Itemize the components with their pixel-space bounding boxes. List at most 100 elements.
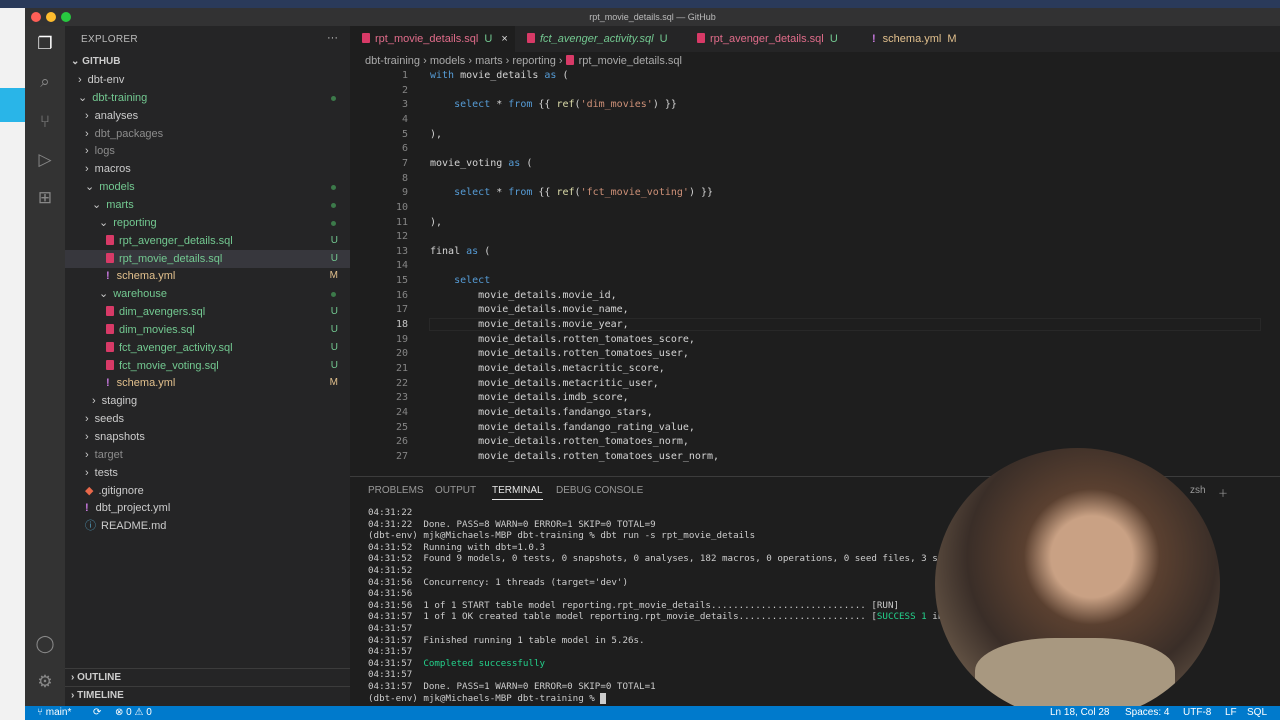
tree-item[interactable]: rpt_avenger_details.sql U [65,232,350,250]
tab-git-status: U [484,33,493,45]
tree-item[interactable]: ! dbt_project.yml [65,499,350,517]
editor-tab[interactable]: rpt_avenger_details.sql U [685,26,860,52]
tree-item[interactable]: ⌄ marts [65,196,350,214]
breadcrumb-separator: › [423,55,427,67]
chevron-right-icon: › [85,163,89,176]
tab-debug-console[interactable]: DEBUG CONSOLE [556,485,643,496]
modified-dot-indicator [331,202,336,208]
tree-item[interactable]: › tests [65,464,350,482]
branch-indicator[interactable]: ⑂ main* [37,706,71,720]
terminal-line: 04:31:57 Done. PASS=1 WARN=0 ERROR=0 SKI… [368,680,656,692]
tab-terminal[interactable]: TERMINAL [492,485,543,500]
tree-item-label: analyses [94,109,139,122]
tab-label: rpt_avenger_details.sql [710,33,824,45]
cursor-position[interactable]: Ln 18, Col 28 [1050,706,1110,720]
code-line: movie_details.fandango_rating_value, [430,421,695,433]
tree-item-label: models [99,181,135,194]
tree-item[interactable]: ⌄ warehouse [65,285,350,303]
breadcrumb-item[interactable]: reporting [512,55,555,67]
tree-item[interactable]: ⓘ README.md [65,517,350,535]
tree-item[interactable]: ! schema.yml M [65,374,350,392]
encoding[interactable]: UTF-8 [1183,706,1211,720]
terminal-shell[interactable]: zsh [1190,485,1206,496]
indentation[interactable]: Spaces: 4 [1125,706,1169,720]
new-terminal-button[interactable]: ＋ [1218,485,1228,500]
problems-indicator[interactable]: ⊗ 0 ⚠ 0 [115,706,152,720]
breadcrumb-item[interactable]: models [430,55,465,67]
breadcrumb-item[interactable]: dbt-training [365,55,420,67]
tree-item[interactable]: › dbt_packages [65,125,350,143]
minimize-window-button[interactable] [46,12,56,22]
line-number: 15 [395,275,408,287]
code-line: select [454,275,491,287]
tree-item[interactable]: ⌄ models [65,178,350,196]
tree-item[interactable]: › logs [65,142,350,160]
tree-item[interactable]: fct_movie_voting.sql U [65,357,350,375]
breadcrumb-item[interactable]: rpt_movie_details.sql [579,55,682,67]
tree-item[interactable]: › staging [65,392,350,410]
more-actions-button[interactable]: ··· [327,32,338,44]
code-line: movie_details.metacritic_user, [430,377,659,389]
line-number: 12 [395,231,408,243]
tree-item-label: dim_avengers.sql [119,306,206,319]
git-status-badge: U [330,234,338,246]
editor-tab[interactable]: fct_avenger_activity.sql U [515,26,685,52]
line-ending[interactable]: LF [1225,706,1237,720]
explorer-icon[interactable]: ❐ [35,34,55,54]
tab-output[interactable]: OUTPUT [435,485,476,496]
outline-section[interactable]: › OUTLINE [65,668,350,686]
source-control-icon[interactable]: ⑂ [35,112,55,132]
tree-item[interactable]: › macros [65,160,350,178]
terminal-output[interactable]: 04:31:22 04:31:22 Done. PASS=8 WARN=0 ERR… [368,507,965,704]
tree-item[interactable]: › snapshots [65,428,350,446]
tree-item[interactable]: ⌄ dbt-training [65,89,350,107]
yaml-file-icon: ! [85,502,89,515]
close-tab-icon[interactable]: × [501,33,507,45]
chevron-right-icon: › [85,431,89,443]
sync-icon[interactable]: ⟳ [93,706,101,720]
breadcrumb-item[interactable]: marts [475,55,503,67]
tree-item[interactable]: › target [65,446,350,464]
tree-item[interactable]: fct_avenger_activity.sql U [65,339,350,357]
breadcrumb-separator: › [505,55,510,67]
tab-problems[interactable]: PROBLEMS [368,485,424,496]
timeline-section[interactable]: › TIMELINE [65,686,350,704]
git-status-badge: U [330,252,338,264]
tree-item-label: snapshots [94,431,145,443]
line-number: 10 [395,201,408,213]
tree-item-label: seeds [94,413,125,426]
close-window-button[interactable] [31,12,41,22]
search-icon[interactable]: ⌕ [35,72,55,92]
language-mode[interactable]: SQL [1247,706,1267,720]
line-number: 22 [395,377,408,389]
tree-item[interactable]: › dbt-env [65,71,350,89]
tree-item[interactable]: ◆ .gitignore [65,482,350,500]
extensions-icon[interactable]: ⊞ [35,188,55,208]
editor-tab[interactable]: ! schema.yml M [860,26,970,52]
tree-item[interactable]: dim_avengers.sql U [65,303,350,321]
macos-menubar [0,0,1280,8]
run-debug-icon[interactable]: ▷ [35,150,55,170]
tree-item[interactable]: rpt_movie_details.sql U [65,249,350,268]
line-number: 6 [401,143,408,155]
editor-tab[interactable]: rpt_movie_details.sql U × [350,26,515,52]
settings-gear-icon[interactable]: ⚙ [35,672,55,692]
tree-item[interactable]: ⌄ reporting [65,214,350,232]
error-count: 0 [126,707,132,718]
workspace-root[interactable]: ⌄ GITHUB [65,53,350,71]
terminal-line: 04:31:57 Finished running 1 table model … [368,634,645,646]
chevron-right-icon: › [85,466,89,479]
tree-item-label: dbt_project.yml [95,502,171,515]
tree-item[interactable]: dim_movies.sql U [65,321,350,339]
line-number: 26 [395,436,408,448]
maximize-window-button[interactable] [61,12,71,22]
editor-tabs: rpt_movie_details.sql U × fct_avenger_act… [350,26,1280,52]
tree-item[interactable]: › analyses [65,107,350,125]
tab-git-status: M [947,33,957,45]
tree-item[interactable]: ! schema.yml M [65,267,350,285]
git-file-icon: ◆ [85,484,94,497]
line-number: 17 [395,304,408,316]
terminal-line: 04:31:52 Running with dbt=1.0.3 [368,541,546,553]
account-icon[interactable]: ◯ [35,634,55,654]
tree-item[interactable]: › seeds [65,410,350,428]
